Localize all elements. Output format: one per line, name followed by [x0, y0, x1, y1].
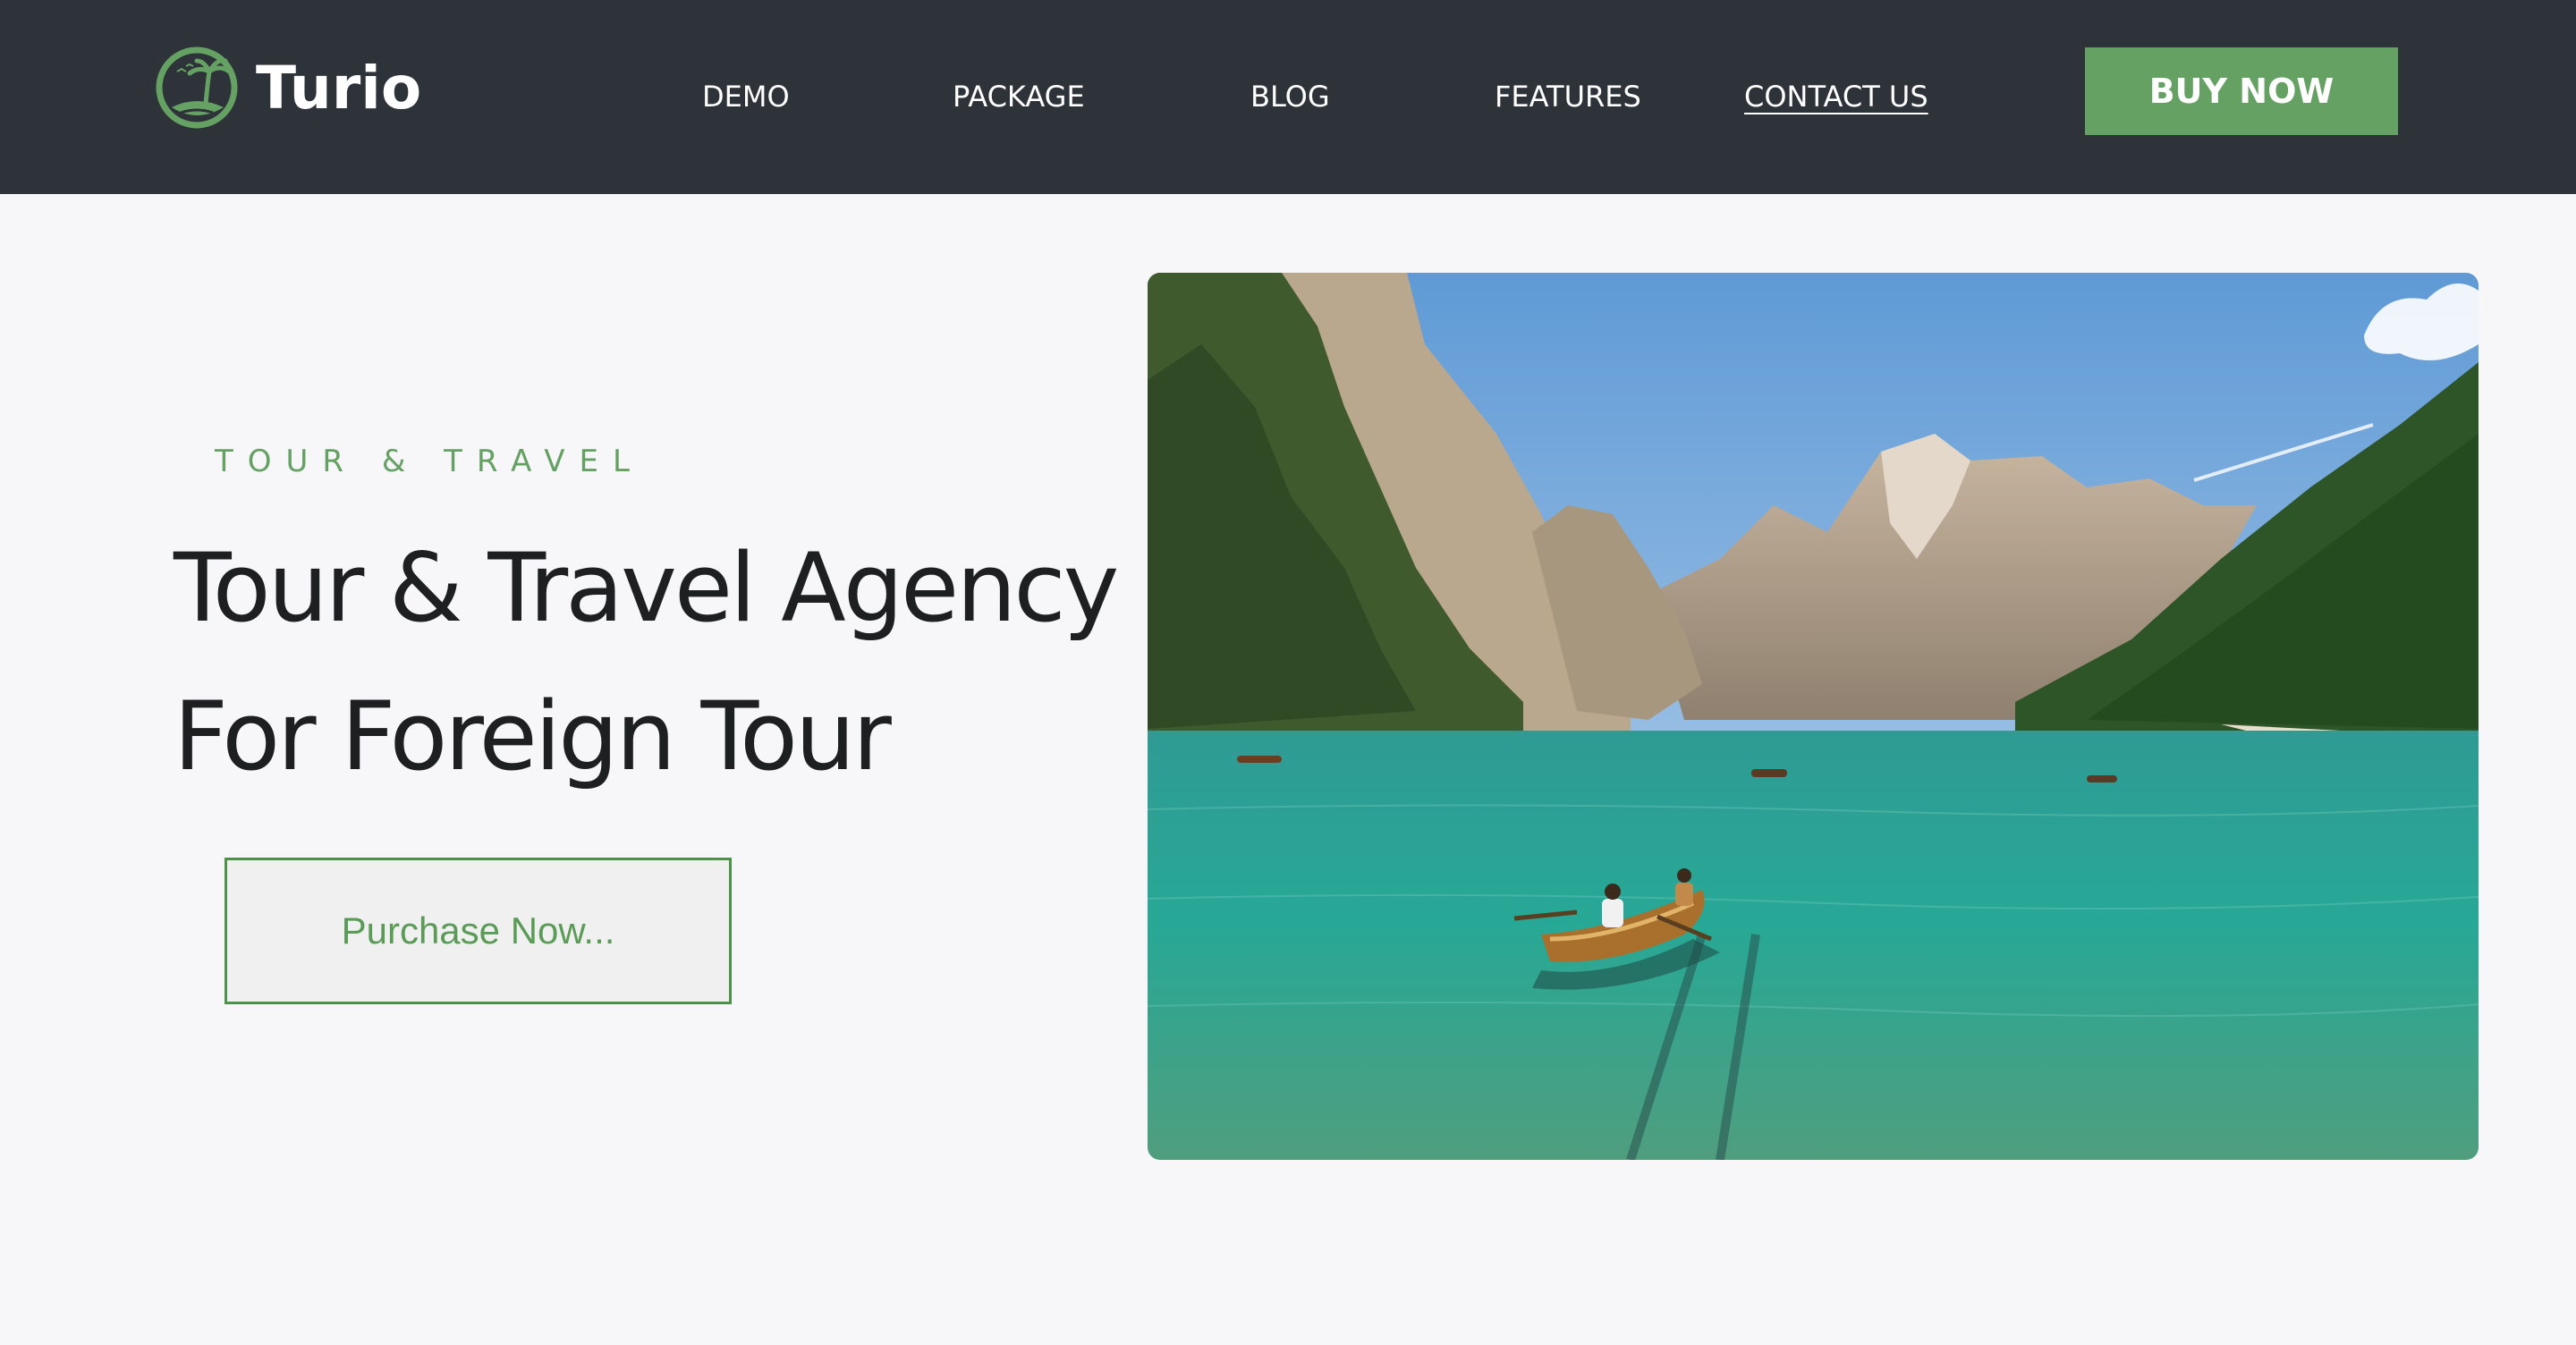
hero-image	[1148, 273, 2479, 1160]
mountain-lake-rowboat-photo	[1148, 273, 2479, 1160]
nav-item-contact-us[interactable]: CONTACT US	[1744, 77, 1928, 116]
nav-item-package[interactable]: PACKAGE	[953, 77, 1085, 116]
hero-eyebrow: TOUR & TRAVEL	[215, 444, 644, 479]
hero-headline-line2: For Foreign Tour	[174, 681, 892, 791]
purchase-now-button[interactable]: Purchase Now...	[225, 858, 732, 1004]
nav-item-demo[interactable]: DEMO	[702, 77, 790, 116]
site-header: Turio DEMO PACKAGE BLOG FEATURES CONTACT…	[0, 0, 2576, 194]
brand-logo[interactable]: Turio	[154, 45, 421, 131]
hero-headline-line1: Tour & Travel Agency	[174, 533, 1119, 643]
palm-island-icon	[156, 47, 238, 129]
buy-now-button[interactable]: BUY NOW	[2085, 47, 2398, 135]
hero-headline: Tour & Travel Agency For Foreign Tour	[174, 514, 1119, 811]
nav-item-blog[interactable]: BLOG	[1250, 77, 1330, 116]
nav-item-features[interactable]: FEATURES	[1495, 77, 1641, 116]
brand-name: Turio	[256, 53, 422, 123]
